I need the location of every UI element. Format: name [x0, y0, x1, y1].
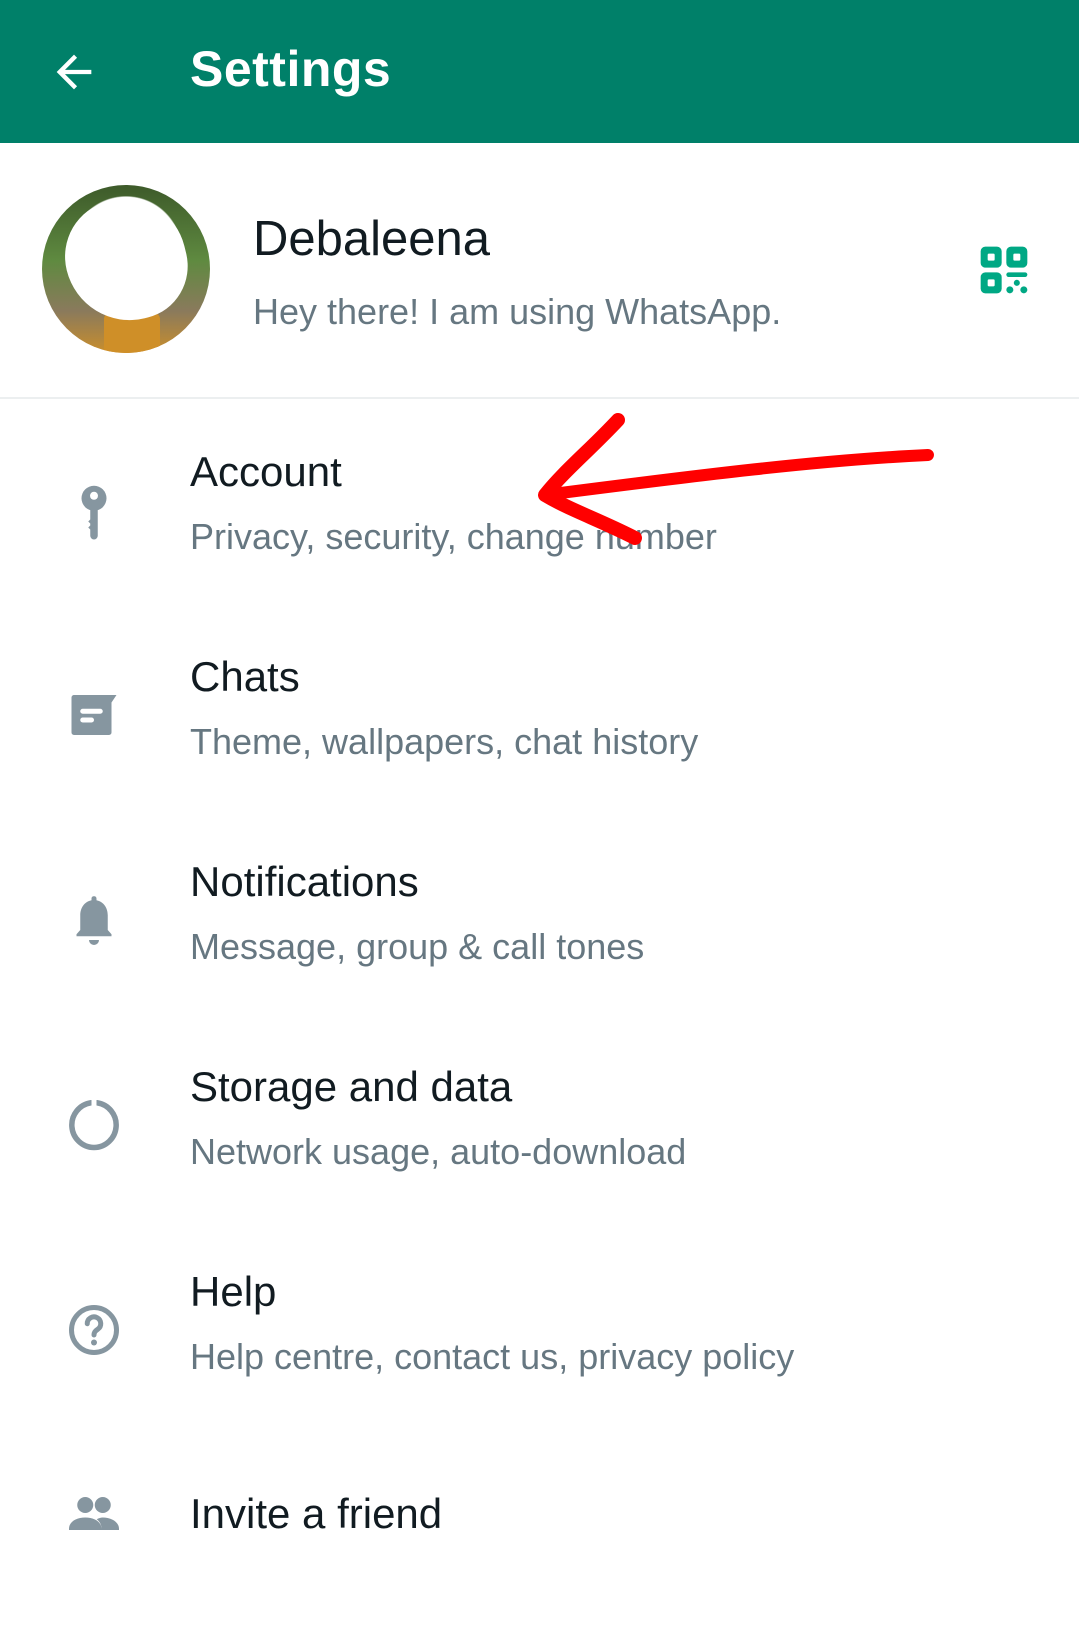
avatar[interactable]	[42, 185, 210, 353]
qr-code-icon	[980, 246, 1028, 294]
profile-row[interactable]: Debaleena Hey there! I am using WhatsApp…	[0, 143, 1079, 399]
chats-label: Chats	[190, 653, 300, 700]
arrow-left-icon	[56, 54, 92, 90]
settings-item-chats[interactable]: Chats Theme, wallpapers, chat history	[0, 615, 1079, 820]
back-button[interactable]	[48, 46, 100, 98]
profile-status: Hey there! I am using WhatsApp.	[253, 291, 782, 332]
avatar-photo-redaction	[53, 186, 199, 334]
settings-item-invite[interactable]: Invite a friend	[0, 1435, 1079, 1640]
people-icon	[69, 1497, 119, 1530]
settings-item-notifications[interactable]: Notifications Message, group & call tone…	[0, 820, 1079, 1025]
notifications-subtitle: Message, group & call tones	[190, 926, 645, 967]
app-bar: Settings	[0, 0, 1079, 143]
settings-item-storage[interactable]: Storage and data Network usage, auto-dow…	[0, 1025, 1079, 1230]
notifications-label: Notifications	[190, 858, 419, 905]
profile-name: Debaleena	[253, 212, 491, 266]
qr-code-button[interactable]	[976, 242, 1032, 298]
invite-label: Invite a friend	[190, 1490, 443, 1537]
account-subtitle: Privacy, security, change number	[190, 516, 717, 557]
storage-subtitle: Network usage, auto-download	[190, 1131, 687, 1172]
chats-subtitle: Theme, wallpapers, chat history	[190, 721, 699, 762]
key-icon	[81, 485, 107, 540]
bell-icon	[76, 896, 112, 945]
account-label: Account	[190, 448, 342, 495]
storage-label: Storage and data	[190, 1063, 513, 1110]
page-title: Settings	[190, 41, 392, 97]
help-subtitle: Help centre, contact us, privacy policy	[190, 1336, 795, 1377]
help-icon	[69, 1305, 119, 1355]
settings-item-account[interactable]: Account Privacy, security, change number	[0, 410, 1079, 615]
storage-ring-icon	[69, 1097, 119, 1151]
chat-icon	[71, 695, 117, 735]
help-label: Help	[190, 1268, 277, 1315]
settings-item-help[interactable]: Help Help centre, contact us, privacy po…	[0, 1230, 1079, 1435]
